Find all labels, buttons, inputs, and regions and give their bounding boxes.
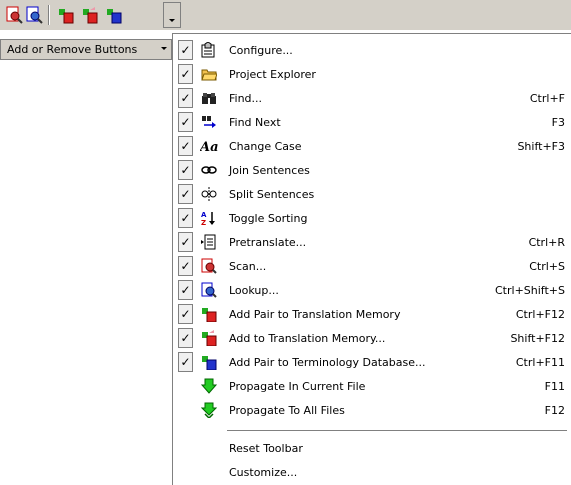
- menu-item-find-next[interactable]: ✓ Find Next F3: [173, 110, 571, 134]
- menu-item-shortcut: Ctrl+F12: [515, 307, 565, 321]
- menu-item-shortcut: Ctrl+F11: [515, 355, 565, 369]
- menu-item-reset-toolbar[interactable]: Reset Toolbar: [173, 436, 571, 460]
- menu-item-shortcut: Ctrl+F: [529, 91, 565, 105]
- toolbar: [0, 0, 571, 30]
- menu-item-label: Pretranslate...: [229, 235, 307, 249]
- menu-item-label: Add Pair to Terminology Database...: [229, 355, 426, 369]
- check-icon: ✓: [178, 136, 193, 156]
- menu-item-propagate-current[interactable]: Propagate In Current File F11: [173, 374, 571, 398]
- menu-item-pretranslate[interactable]: ✓ Pretranslate... Ctrl+R: [173, 230, 571, 254]
- join-icon: [199, 160, 219, 180]
- add-remove-buttons[interactable]: Add or Remove Buttons: [0, 39, 172, 60]
- lookup-icon: [25, 6, 43, 24]
- svg-text:Z: Z: [201, 219, 206, 226]
- menu-item-propagate-all[interactable]: Propagate To All Files F12: [173, 398, 571, 422]
- check-icon: ✓: [178, 88, 193, 108]
- menu-item-configure[interactable]: ✓ Configure...: [173, 38, 571, 62]
- menu-item-label: Propagate To All Files: [229, 403, 345, 417]
- propagate-all-icon: [199, 400, 219, 420]
- menu-item-label: Toggle Sorting: [229, 211, 308, 225]
- menu-item-scan[interactable]: ✓ Scan... Ctrl+S: [173, 254, 571, 278]
- add-pair-tm-toolbar-button[interactable]: [56, 5, 76, 25]
- menu-item-shortcut: Shift+F3: [517, 139, 565, 153]
- add-remove-label: Add or Remove Buttons: [7, 43, 138, 56]
- menu-item-find[interactable]: ✓ Find... Ctrl+F: [173, 86, 571, 110]
- chevron-down-icon: [161, 47, 167, 50]
- check-icon: ✓: [178, 160, 193, 180]
- toolbar-buttons-menu: ✓ Configure... ✓ Project Explorer ✓ Find…: [172, 33, 571, 485]
- add-pair-tm-icon: [199, 304, 219, 324]
- scan-toolbar-button[interactable]: [4, 5, 24, 25]
- add-pair-termdb-icon: [199, 352, 219, 372]
- check-icon: ✓: [178, 232, 193, 252]
- find-next-icon: [199, 112, 219, 132]
- check-icon: ✓: [178, 64, 193, 84]
- check-icon: ✓: [178, 280, 193, 300]
- menu-item-add-tm[interactable]: ✓ Add to Translation Memory... Shift+F12: [173, 326, 571, 350]
- svg-text:Aa: Aa: [200, 140, 218, 154]
- menu-item-label: Reset Toolbar: [229, 441, 303, 455]
- toolbar-options-dropdown[interactable]: [163, 2, 181, 28]
- split-icon: [199, 184, 219, 204]
- menu-item-label: Add Pair to Translation Memory: [229, 307, 401, 321]
- chevron-down-icon: [169, 19, 175, 22]
- lookup-toolbar-button[interactable]: [24, 5, 44, 25]
- scan-icon: [199, 256, 219, 276]
- menu-item-label: Propagate In Current File: [229, 379, 366, 393]
- menu-item-label: Find Next: [229, 115, 281, 129]
- add-tm-icon: [81, 6, 99, 24]
- add-tm-toolbar-button[interactable]: [80, 5, 100, 25]
- menu-item-toggle-sorting[interactable]: ✓ AZ Toggle Sorting: [173, 206, 571, 230]
- change-case-icon: Aa: [199, 136, 219, 156]
- menu-item-label: Scan...: [229, 259, 267, 273]
- check-icon: ✓: [178, 112, 193, 132]
- propagate-icon: [199, 376, 219, 396]
- add-pair-termdb-toolbar-button[interactable]: [104, 5, 124, 25]
- menu-item-label: Configure...: [229, 43, 293, 57]
- add-pair-tm-icon: [57, 6, 75, 24]
- menu-item-label: Customize...: [229, 465, 298, 479]
- menu-item-label: Join Sentences: [229, 163, 310, 177]
- check-icon: ✓: [178, 40, 193, 60]
- menu-item-shortcut: F3: [551, 115, 565, 129]
- svg-text:A: A: [201, 211, 207, 219]
- lookup-icon: [199, 280, 219, 300]
- menu-item-split-sentences[interactable]: ✓ Split Sentences: [173, 182, 571, 206]
- menu-item-label: Project Explorer: [229, 67, 316, 81]
- menu-item-label: Find...: [229, 91, 263, 105]
- menu-item-shortcut: F12: [544, 403, 565, 417]
- menu-item-lookup[interactable]: ✓ Lookup... Ctrl+Shift+S: [173, 278, 571, 302]
- scan-icon: [5, 6, 23, 24]
- sort-icon: AZ: [199, 208, 219, 228]
- add-tm-icon: [199, 328, 219, 348]
- check-icon: ✓: [178, 352, 193, 372]
- menu-item-shortcut: Shift+F12: [510, 331, 565, 345]
- menu-item-join-sentences[interactable]: ✓ Join Sentences: [173, 158, 571, 182]
- check-icon: ✓: [178, 304, 193, 324]
- menu-item-shortcut: Ctrl+R: [528, 235, 565, 249]
- menu-item-label: Split Sentences: [229, 187, 315, 201]
- check-icon: ✓: [178, 256, 193, 276]
- menu-item-add-pair-tm[interactable]: ✓ Add Pair to Translation Memory Ctrl+F1…: [173, 302, 571, 326]
- menu-item-label: Change Case: [229, 139, 302, 153]
- check-icon: ✓: [178, 184, 193, 204]
- menu-item-label: Lookup...: [229, 283, 279, 297]
- folder-icon: [199, 64, 219, 84]
- check-icon: ✓: [178, 328, 193, 348]
- toolbar-separator: [48, 5, 50, 25]
- check-icon: ✓: [178, 208, 193, 228]
- menu-item-shortcut: F11: [544, 379, 565, 393]
- menu-item-label: Add to Translation Memory...: [229, 331, 386, 345]
- binoculars-icon: [199, 88, 219, 108]
- menu-item-change-case[interactable]: ✓ Aa Change Case Shift+F3: [173, 134, 571, 158]
- menu-item-add-pair-termdb[interactable]: ✓ Add Pair to Terminology Database... Ct…: [173, 350, 571, 374]
- menu-item-customize[interactable]: Customize...: [173, 460, 571, 484]
- add-pair-termdb-icon: [105, 6, 123, 24]
- menu-separator: [227, 430, 567, 432]
- pretranslate-icon: [199, 232, 219, 252]
- menu-item-shortcut: Ctrl+S: [529, 259, 565, 273]
- menu-item-project-explorer[interactable]: ✓ Project Explorer: [173, 62, 571, 86]
- menu-item-shortcut: Ctrl+Shift+S: [495, 283, 565, 297]
- configure-icon: [199, 40, 219, 60]
